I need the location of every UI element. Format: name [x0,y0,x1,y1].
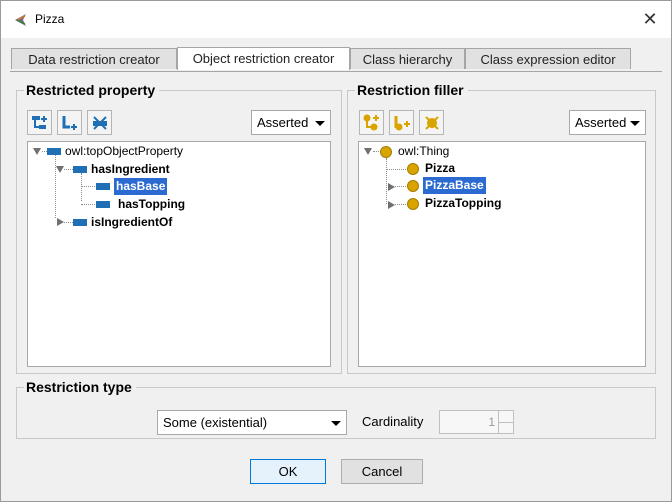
tree-node-top-object-property[interactable]: owl:topObjectProperty [65,143,183,160]
cardinality-value: 1 [488,415,495,429]
object-property-icon [73,166,87,173]
property-hierarchy-mode-select[interactable]: Asserted [251,110,331,135]
tree-node-has-ingredient[interactable]: hasIngredient [91,161,170,178]
chevron-down-icon [630,121,640,126]
property-tree[interactable]: owl:topObjectProperty hasIngredient hasB… [27,141,331,367]
tree-connector [81,173,82,201]
class-icon [380,146,392,158]
add-sibling-class-icon [394,116,410,131]
tab-object-restriction-creator[interactable]: Object restriction creator [177,47,350,70]
add-subclass-button[interactable] [359,110,384,135]
tree-connector [64,222,73,223]
delete-class-button[interactable] [419,110,444,135]
tree-connector [373,151,379,152]
cardinality-label: Cardinality [362,414,424,429]
delete-property-button[interactable] [87,110,112,135]
cardinality-spinner[interactable]: 1 [439,410,514,434]
delete-property-icon [93,116,107,130]
collapsed-toggle-icon[interactable] [388,201,395,209]
tab-class-expression-editor[interactable]: Class expression editor [465,48,631,69]
add-sub-property-button[interactable] [27,110,52,135]
ok-button[interactable]: OK [250,459,326,484]
title-bar: Pizza ✕ [1,1,671,38]
tree-node-has-topping[interactable]: hasTopping [118,196,185,213]
tab-data-restriction-creator[interactable]: Data restriction creator [11,48,177,69]
class-hierarchy-mode-select[interactable]: Asserted [569,110,646,135]
add-sibling-property-icon [62,116,77,130]
tab-class-hierarchy[interactable]: Class hierarchy [350,48,465,69]
object-property-icon [73,219,87,226]
tree-node-pizza-base[interactable]: PizzaBase [423,177,486,194]
class-tree[interactable]: owl:Thing Pizza PizzaBase PizzaTopping [358,141,646,367]
window-title: Pizza [35,12,65,26]
tree-connector [386,169,406,170]
collapsed-toggle-icon[interactable] [57,218,64,226]
tree-connector [386,158,387,204]
add-subclass-icon [363,114,379,131]
object-property-icon [96,201,110,208]
restriction-filler-legend: Restriction filler [355,82,468,98]
class-icon [407,180,419,192]
protege-icon [15,14,26,26]
class-icon [407,163,419,175]
tree-node-has-base[interactable]: hasBase [114,178,168,195]
tree-connector [81,186,95,187]
delete-class-icon [425,116,439,130]
property-mode-value: Asserted [257,115,309,130]
close-icon[interactable]: ✕ [639,8,661,30]
object-property-icon [47,148,61,155]
add-sibling-property-button[interactable] [57,110,82,135]
restriction-type-select[interactable]: Some (existential) [157,410,347,435]
object-property-icon [96,183,110,190]
tree-node-is-ingredient-of[interactable]: isIngredientOf [91,214,172,231]
tree-node-owl-thing[interactable]: owl:Thing [398,143,449,160]
add-sibling-class-button[interactable] [389,110,414,135]
expand-toggle-icon[interactable] [364,148,372,155]
expand-toggle-icon[interactable] [33,148,41,155]
class-icon [407,198,419,210]
restriction-type-legend: Restriction type [24,379,136,395]
class-mode-value: Asserted [575,115,627,130]
tree-node-pizza[interactable]: Pizza [425,160,455,177]
tree-node-pizza-topping[interactable]: PizzaTopping [425,195,501,212]
restriction-type-value: Some (existential) [163,415,268,430]
restriction-dialog: Pizza ✕ Data restriction creator Object … [0,0,672,502]
tree-connector [64,169,73,170]
tree-connector [55,155,56,218]
cancel-button[interactable]: Cancel [341,459,423,484]
chevron-down-icon [331,421,341,426]
restricted-property-legend: Restricted property [24,82,160,98]
tree-connector [395,204,406,205]
spinner-down-icon[interactable] [498,422,513,433]
chevron-down-icon [315,121,325,126]
collapsed-toggle-icon[interactable] [388,183,395,191]
add-sub-property-icon [32,116,47,129]
expand-toggle-icon[interactable] [56,166,64,173]
tree-connector [81,204,95,205]
tree-connector [395,186,406,187]
